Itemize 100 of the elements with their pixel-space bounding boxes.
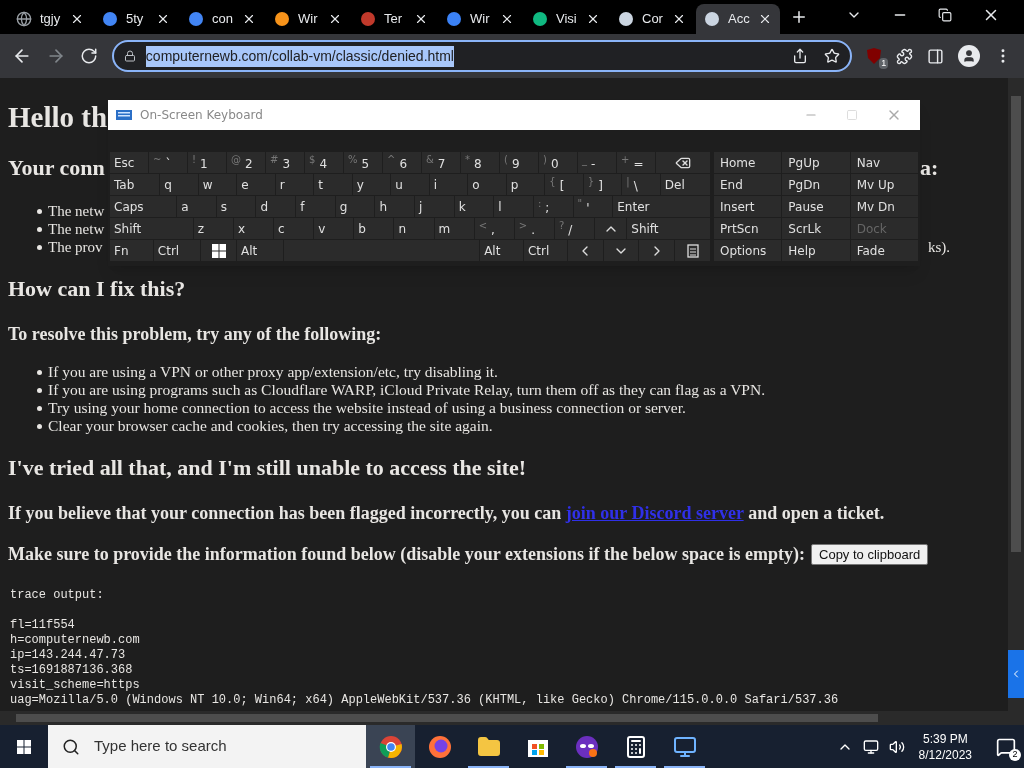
keyboard-key[interactable]: q [160,174,198,195]
keyboard-key[interactable]: j [415,196,454,217]
keyboard-key[interactable]: PgUp [782,152,850,173]
keyboard-key[interactable]: $ 4 [305,152,343,173]
keyboard-key[interactable]: # 3 [266,152,304,173]
keyboard-key[interactable]: t [314,174,352,195]
keyboard-key[interactable]: e [237,174,275,195]
keyboard-key[interactable]: Enter [613,196,711,217]
keyboard-key[interactable]: | \ [622,174,660,195]
keyboard-key[interactable]: h [375,196,415,217]
keyboard-key[interactable]: i [429,174,468,195]
network-icon[interactable] [862,738,879,755]
keyboard-key[interactable]: s [216,196,256,217]
keyboard-key[interactable]: c [274,218,314,239]
notifications-icon[interactable] [996,736,1016,757]
keyboard-key[interactable]: PgDn [782,174,850,195]
keyboard-key[interactable]: + = [617,152,655,173]
browser-tab[interactable]: Visi [524,4,608,34]
keyboard-key[interactable]: x [233,218,273,239]
keyboard-key[interactable]: ScrLk [782,218,850,239]
keyboard-key[interactable]: ! 1 [188,152,226,173]
horizontal-scrollbar[interactable] [0,711,1024,725]
keyboard-key[interactable] [201,240,236,261]
keyboard-key[interactable]: Mv Dn [850,196,918,217]
close-icon[interactable] [242,12,256,26]
profile-avatar[interactable] [958,45,981,67]
keyboard-key[interactable]: Help [782,240,850,261]
keyboard-key[interactable]: Mv Up [850,174,918,195]
close-icon[interactable] [70,12,84,26]
keyboard-key[interactable]: Del [660,174,711,195]
keyboard-key[interactable]: p [506,174,545,195]
browser-tab[interactable]: Acc [696,4,780,34]
keyboard-key[interactable]: _ - [578,152,616,173]
keyboard-key[interactable]: Shift [110,218,193,239]
share-icon[interactable] [792,48,809,64]
keyboard-key[interactable]: ( 9 [500,152,538,173]
side-panel-icon[interactable] [927,47,945,65]
keyboard-key[interactable]: f [296,196,335,217]
reload-icon[interactable] [79,47,98,65]
keyboard-key[interactable]: Ctrl [523,240,567,261]
extensions-icon[interactable] [896,47,914,65]
keyboard-key[interactable]: Nav [850,152,918,173]
keyboard-key[interactable]: End [714,174,782,195]
close-icon[interactable] [500,12,514,26]
close-icon[interactable] [414,12,428,26]
keyboard-key[interactable] [656,152,710,173]
keyboard-key[interactable]: b [354,218,394,239]
keyboard-key[interactable]: Fade [850,240,918,261]
new-tab-icon[interactable] [790,8,808,26]
address-bar[interactable]: computernewb.com/collab-vm/classic/denied.html [111,40,853,72]
keyboard-key[interactable]: Tab [110,174,160,195]
browser-tab[interactable]: 5ty [94,4,178,34]
keyboard-key[interactable]: ) 0 [539,152,577,173]
keyboard-key[interactable]: o [468,174,506,195]
keyboard-key[interactable]: % 5 [344,152,382,173]
keyboard-key[interactable]: Ctrl [153,240,201,261]
keyboard-key[interactable]: Esc [110,152,148,173]
keyboard-key[interactable]: y [352,174,391,195]
close-icon[interactable] [586,12,600,26]
keyboard-key[interactable]: g [335,196,375,217]
keyboard-key[interactable]: Fn [110,240,153,261]
keyboard-key[interactable]: * 8 [461,152,499,173]
copy-button[interactable]: Copy to clipboard [811,543,929,565]
keyboard-key[interactable]: u [391,174,429,195]
keyboard-key[interactable]: ? / [555,218,595,239]
keyboard-key[interactable]: Pause [782,196,850,217]
keyboard-key[interactable]: < , [474,218,514,239]
close-icon[interactable] [328,12,342,26]
keyboard-key[interactable]: z [193,218,233,239]
keyboard-key[interactable]: Caps [110,196,177,217]
keyboard-key[interactable]: l [494,196,533,217]
scrollbar-thumb[interactable] [16,714,878,722]
search-field[interactable]: Type here to search [48,725,366,768]
keyboard-key[interactable]: m [434,218,474,239]
keyboard-key[interactable]: w [198,174,237,195]
browser-tab[interactable]: Wir [266,4,350,34]
keyboard-key[interactable]: & 7 [422,152,460,173]
restore-icon[interactable] [938,8,952,22]
browser-tab[interactable]: Cor [610,4,694,34]
browser-tab[interactable]: Ter [352,4,436,34]
close-icon[interactable] [758,12,772,26]
browser-tab[interactable]: tgjy [8,4,92,34]
keyboard-key[interactable]: } ] [583,174,622,195]
keyboard-key[interactable]: > . [514,218,554,239]
vertical-scrollbar[interactable] [1008,78,1024,711]
browser-tab[interactable]: Wir [438,4,522,34]
keyboard-key[interactable]: k [454,196,494,217]
keyboard-key[interactable]: Alt [480,240,523,261]
browser-tab[interactable]: con [180,4,264,34]
keyboard-key[interactable]: a [177,196,216,217]
keyboard-key[interactable]: v [314,218,354,239]
keyboard-key[interactable]: r [275,174,314,195]
scrollbar-thumb[interactable] [1011,96,1021,552]
close-icon[interactable] [672,12,686,26]
keyboard-key[interactable]: Home [714,152,782,173]
keyboard-key[interactable]: Insert [714,196,782,217]
keyboard-key[interactable] [675,240,711,261]
keyboard-key[interactable]: PrtScn [714,218,782,239]
keyboard-key[interactable]: " ' [573,196,613,217]
keyboard-key[interactable]: ^ 6 [383,152,421,173]
